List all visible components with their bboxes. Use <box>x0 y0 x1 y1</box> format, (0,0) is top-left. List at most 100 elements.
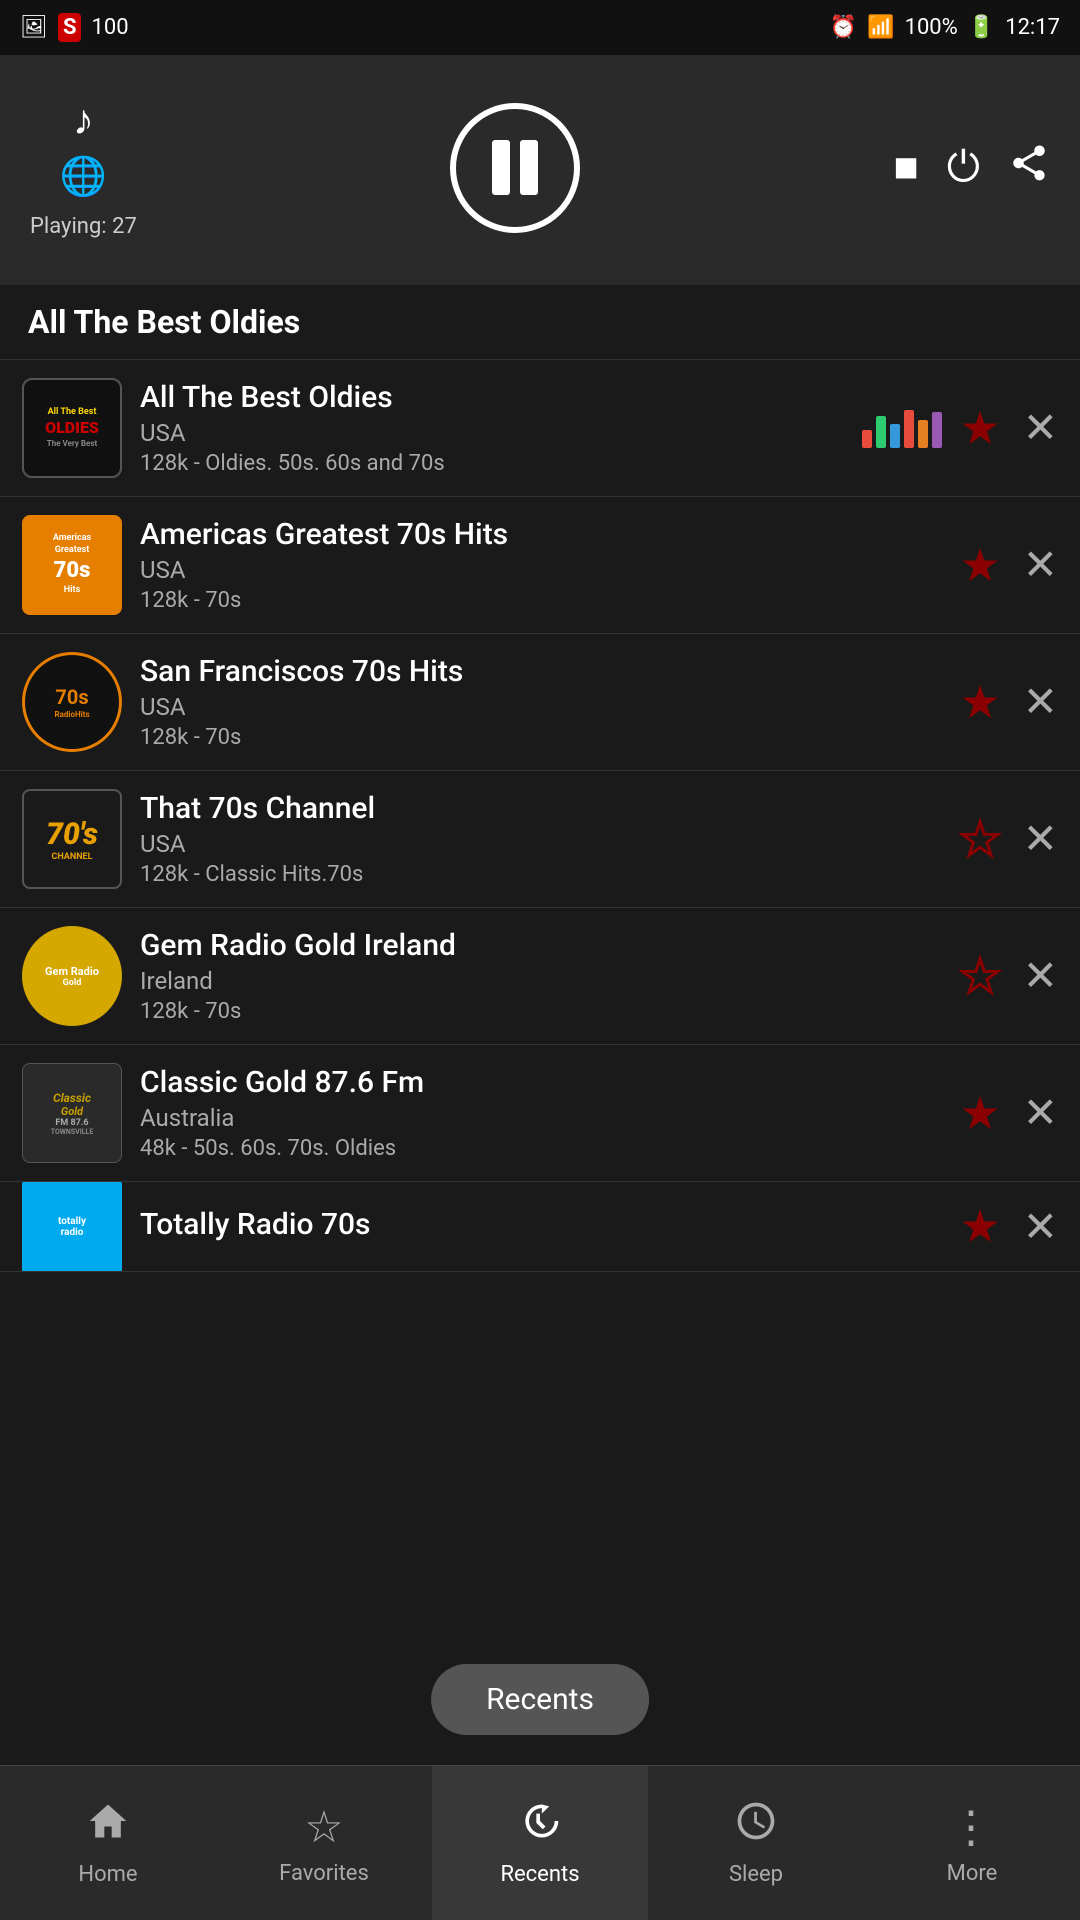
station-logo: totallyradio <box>22 1182 122 1272</box>
playing-label: Playing: 27 <box>30 214 137 239</box>
remove-button[interactable]: ✕ <box>1023 403 1058 453</box>
station-actions: ★ ✕ <box>960 538 1058 593</box>
nav-item-recents[interactable]: Recents <box>432 1766 648 1920</box>
station-item[interactable]: 70s RadioHits San Franciscos 70s Hits US… <box>0 634 1080 771</box>
nav-label-sleep: Sleep <box>729 1862 783 1887</box>
station-bitrate: 48k - 50s. 60s. 70s. Oldies <box>140 1136 942 1161</box>
station-logo: Gem Radio Gold <box>22 926 122 1026</box>
equalizer-bars <box>862 408 942 448</box>
remove-button[interactable]: ✕ <box>1023 540 1058 590</box>
station-logo: Classic Gold FM 87.6 TOWNSVILLE <box>22 1063 122 1163</box>
status-right: ⏰ 📶 100% 🔋 12:17 <box>830 15 1060 40</box>
status-bar: 🖼 S 100 ⏰ 📶 100% 🔋 12:17 <box>0 0 1080 55</box>
more-icon: ⋮ <box>949 1801 995 1853</box>
photo-icon: 🖼 <box>20 15 48 40</box>
station-logo: 70's CHANNEL <box>22 789 122 889</box>
station-logo: Americas Greatest 70s Hits <box>22 515 122 615</box>
remove-button[interactable]: ✕ <box>1023 1088 1058 1138</box>
station-bitrate: 128k - 70s <box>140 999 942 1024</box>
bottom-nav: Home ☆ Favorites Recents Sleep ⋮ More <box>0 1765 1080 1920</box>
station-name: That 70s Channel <box>140 791 942 826</box>
station-info: That 70s Channel USA 128k - Classic Hits… <box>140 791 942 887</box>
remove-button[interactable]: ✕ <box>1023 814 1058 864</box>
favorite-button[interactable]: ★ <box>960 1199 1001 1254</box>
station-info: San Franciscos 70s Hits USA 128k - 70s <box>140 654 942 750</box>
signal-count: 100 <box>91 15 128 40</box>
station-info: All The Best Oldies USA 128k - Oldies. 5… <box>140 380 836 476</box>
nav-label-more: More <box>947 1861 998 1886</box>
station-name: All The Best Oldies <box>140 380 836 415</box>
stop-button[interactable]: ■ <box>893 143 918 192</box>
favorite-button[interactable]: ★ <box>960 401 1001 456</box>
station-info: Gem Radio Gold Ireland Ireland 128k - 70… <box>140 928 942 1024</box>
alarm-icon: ⏰ <box>830 15 857 40</box>
station-item[interactable]: All The Best OLDIES The Very Best All Th… <box>0 360 1080 497</box>
nav-item-more[interactable]: ⋮ More <box>864 1766 1080 1920</box>
favorite-button[interactable]: ★ <box>960 675 1001 730</box>
station-country: Ireland <box>140 967 942 995</box>
station-country: USA <box>140 693 942 721</box>
station-item[interactable]: 70's CHANNEL That 70s Channel USA 128k -… <box>0 771 1080 908</box>
section-title-text: All The Best Oldies <box>28 303 300 341</box>
nav-item-home[interactable]: Home <box>0 1766 216 1920</box>
station-name: Americas Greatest 70s Hits <box>140 517 942 552</box>
remove-button[interactable]: ✕ <box>1023 677 1058 727</box>
station-item[interactable]: Americas Greatest 70s Hits Americas Grea… <box>0 497 1080 634</box>
nav-label-favorites: Favorites <box>279 1861 369 1886</box>
player-right-controls: ■ ⏻ <box>893 142 1050 194</box>
station-actions: ★ ✕ <box>960 812 1058 867</box>
station-info: Totally Radio 70s <box>140 1207 942 1246</box>
station-name: Gem Radio Gold Ireland <box>140 928 942 963</box>
favorite-button[interactable]: ★ <box>960 949 1001 1004</box>
station-actions: ★ ✕ <box>960 949 1058 1004</box>
station-item[interactable]: Gem Radio Gold Gem Radio Gold Ireland Ir… <box>0 908 1080 1045</box>
favorites-icon: ☆ <box>304 1801 343 1853</box>
station-info: Americas Greatest 70s Hits USA 128k - 70… <box>140 517 942 613</box>
nav-item-sleep[interactable]: Sleep <box>648 1766 864 1920</box>
remove-button[interactable]: ✕ <box>1023 951 1058 1001</box>
player-left-controls: ♪ 🌐 Playing: 27 <box>30 96 137 239</box>
station-logo: 70s RadioHits <box>22 652 122 752</box>
station-bitrate: 128k - Classic Hits.70s <box>140 862 942 887</box>
nav-label-home: Home <box>78 1862 137 1887</box>
status-left: 🖼 S 100 <box>20 13 129 42</box>
nav-item-favorites[interactable]: ☆ Favorites <box>216 1766 432 1920</box>
remove-button[interactable]: ✕ <box>1023 1202 1058 1252</box>
station-item[interactable]: totallyradio Totally Radio 70s ★ ✕ <box>0 1182 1080 1272</box>
globe-icon[interactable]: 🌐 <box>60 155 107 199</box>
music-icon[interactable]: ♪ <box>73 96 94 145</box>
power-button[interactable]: ⏻ <box>947 143 980 192</box>
station-actions: ★ ✕ <box>960 1086 1058 1141</box>
station-logo: All The Best OLDIES The Very Best <box>22 378 122 478</box>
station-bitrate: 128k - 70s <box>140 588 942 613</box>
station-item[interactable]: Classic Gold FM 87.6 TOWNSVILLE Classic … <box>0 1045 1080 1182</box>
favorite-button[interactable]: ★ <box>960 1086 1001 1141</box>
station-info: Classic Gold 87.6 Fm Australia 48k - 50s… <box>140 1065 942 1161</box>
station-actions: ★ ✕ <box>960 1199 1058 1254</box>
station-country: Australia <box>140 1104 942 1132</box>
station-bitrate: 128k - 70s <box>140 725 942 750</box>
station-actions: ★ ✕ <box>960 401 1058 456</box>
time-display: 12:17 <box>1005 15 1060 40</box>
station-name: Classic Gold 87.6 Fm <box>140 1065 942 1100</box>
battery-icon: 🔋 <box>968 15 995 40</box>
nav-label-recents: Recents <box>500 1862 579 1887</box>
player-header: ♪ 🌐 Playing: 27 ■ ⏻ <box>0 55 1080 285</box>
station-list: All The Best OLDIES The Very Best All Th… <box>0 360 1080 1272</box>
pause-button[interactable] <box>450 103 580 233</box>
station-list-container: All The Best OLDIES The Very Best All Th… <box>0 360 1080 1770</box>
wifi-icon: 📶 <box>867 15 894 40</box>
pause-icon <box>492 140 538 195</box>
section-title: All The Best Oldies <box>0 285 1080 360</box>
home-icon <box>86 1799 130 1854</box>
sleep-icon <box>734 1799 778 1854</box>
station-name: San Franciscos 70s Hits <box>140 654 942 689</box>
favorite-button[interactable]: ★ <box>960 538 1001 593</box>
favorite-button[interactable]: ★ <box>960 812 1001 867</box>
station-actions: ★ ✕ <box>960 675 1058 730</box>
battery-level: 100% <box>905 15 958 40</box>
share-button[interactable] <box>1008 142 1050 194</box>
station-country: USA <box>140 830 942 858</box>
station-name: Totally Radio 70s <box>140 1207 942 1242</box>
radio-app-icon: S <box>58 13 82 42</box>
